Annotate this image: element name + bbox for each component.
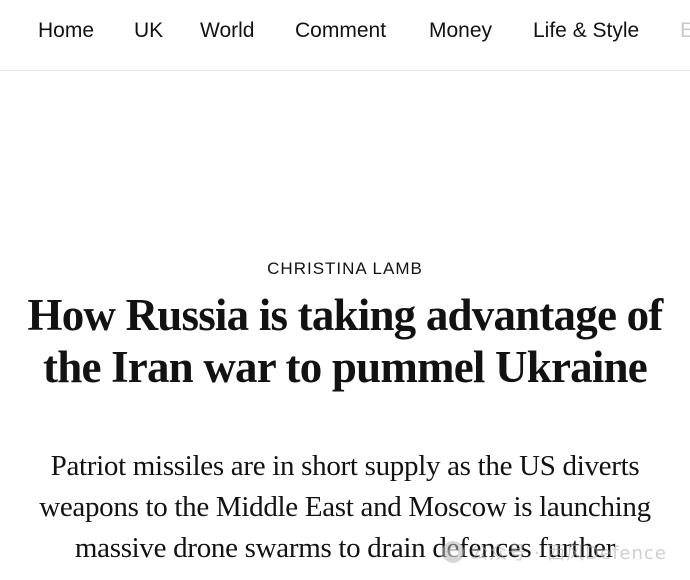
watermark: ● 公众号 · 西风Defence: [442, 538, 667, 566]
headline-line-2: the Iran war to pummel Ukraine: [43, 342, 648, 392]
article-headline: How Russia is taking advantage of the Ir…: [0, 289, 690, 393]
headline-line-1: How Russia is taking advantage of: [27, 290, 664, 340]
author-byline[interactable]: CHRISTINA LAMB: [0, 258, 690, 280]
watermark-text: 公众号 · 西风Defence: [470, 543, 667, 564]
wechat-logo-icon: ●: [442, 541, 464, 563]
nav-item-home[interactable]: Home: [38, 17, 94, 45]
top-navigation: Home UK World Comment Money Life & Style…: [0, 0, 690, 71]
standfirst-line-1: Patriot missiles are in short supply as …: [50, 450, 640, 482]
nav-item-uk[interactable]: UK: [134, 17, 163, 45]
nav-item-life-and-style[interactable]: Life & Style: [533, 17, 639, 45]
standfirst-line-2: weapons to the Middle East and Moscow is…: [39, 491, 651, 523]
nav-item-world[interactable]: World: [200, 17, 254, 45]
nav-item-comment[interactable]: Comment: [295, 17, 386, 45]
nav-item-money[interactable]: Money: [429, 17, 492, 45]
nav-item-partial[interactable]: E: [680, 17, 690, 45]
